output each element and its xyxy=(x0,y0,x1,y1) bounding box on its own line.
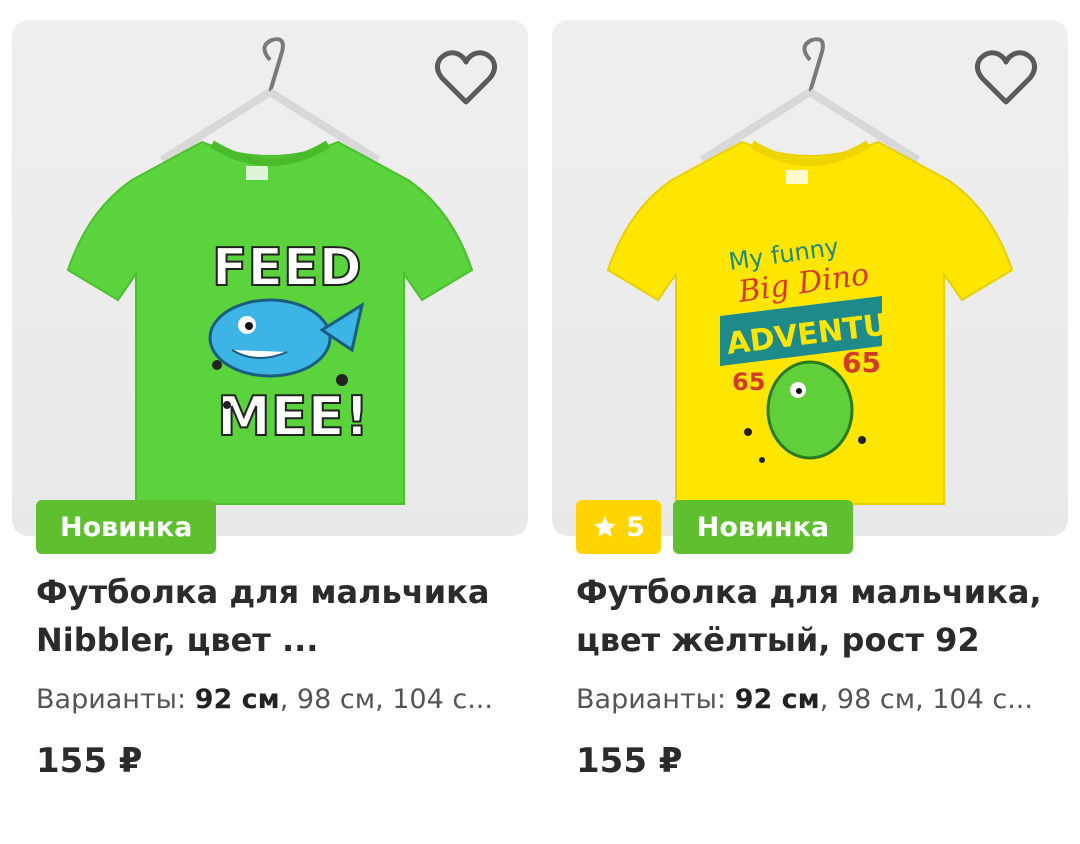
product-title[interactable]: Футболка для мальчика, цвет жёлтый, рост… xyxy=(576,568,1056,664)
heart-outline-icon xyxy=(434,50,498,105)
heart-outline-icon xyxy=(974,50,1038,105)
favorite-button[interactable] xyxy=(434,48,498,108)
print-number-right: 65 xyxy=(842,346,881,379)
product-card[interactable]: My funny Big Dino ADVENTURE 65 65 5 Нови… xyxy=(552,20,1068,800)
variants-label: Варианты: xyxy=(36,684,187,715)
badge-new: Новинка xyxy=(672,500,854,554)
product-grid: FEED MEE! Новинка Футболка для мальчика … xyxy=(0,0,1080,844)
rating-value: 5 xyxy=(626,511,645,543)
variants-rest: , 98 см, 104 с... xyxy=(819,684,1033,715)
print-number-left: 65 xyxy=(732,368,765,396)
variants-rest: , 98 см, 104 с... xyxy=(279,684,493,715)
product-variants: Варианты: 92 см, 98 см, 104 с... xyxy=(36,682,506,718)
badges: 5 Новинка xyxy=(576,500,854,554)
badge-new: Новинка xyxy=(36,500,217,554)
product-price: 155 ₽ xyxy=(36,741,143,781)
product-title[interactable]: Футболка для мальчика Nibbler, цвет ... xyxy=(36,568,516,664)
star-icon xyxy=(594,516,616,537)
variant-selected: 92 см xyxy=(194,684,280,715)
badges: Новинка xyxy=(36,500,217,554)
product-card[interactable]: FEED MEE! Новинка Футболка для мальчика … xyxy=(12,20,528,800)
print-text-bottom: MEE! xyxy=(217,385,369,448)
print-text-top: FEED xyxy=(212,238,362,298)
variants-label: Варианты: xyxy=(576,684,727,715)
product-variants: Варианты: 92 см, 98 см, 104 с... xyxy=(576,682,1046,718)
badge-rating: 5 xyxy=(576,500,661,554)
favorite-button[interactable] xyxy=(974,48,1038,108)
product-photo[interactable]: My funny Big Dino ADVENTURE 65 65 xyxy=(552,20,1068,536)
product-photo[interactable]: FEED MEE! xyxy=(12,20,528,536)
product-price: 155 ₽ xyxy=(576,741,683,781)
variant-selected: 92 см xyxy=(734,684,820,715)
